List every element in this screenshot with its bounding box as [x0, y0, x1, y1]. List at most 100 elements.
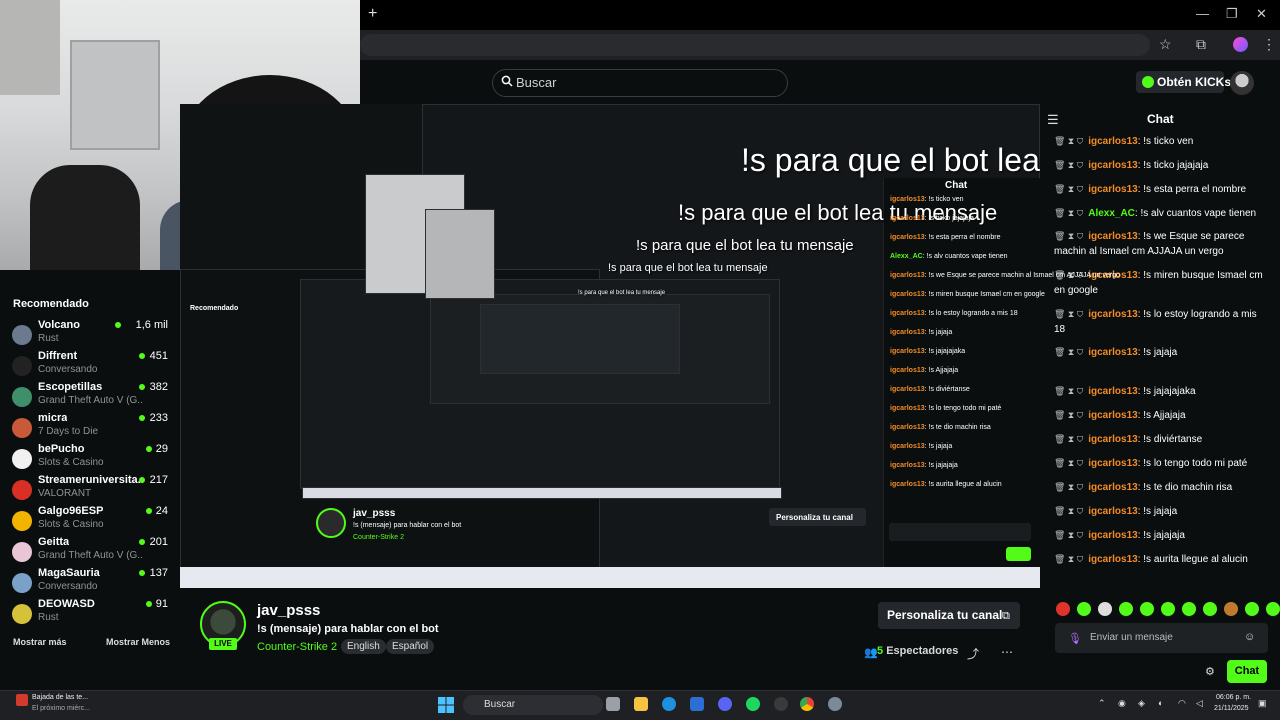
wifi-icon[interactable]: ◠ — [1178, 698, 1186, 709]
chat-username[interactable]: igcarlos13 — [1088, 386, 1137, 397]
stream-category-link[interactable]: Counter-Strike 2 — [257, 641, 337, 653]
chat-username[interactable]: Alexx_AC — [1088, 208, 1135, 219]
emoji-icon[interactable]: ☺ — [1244, 631, 1255, 643]
tray-app-icon[interactable]: ◈ — [1138, 698, 1145, 709]
chat-title: Chat — [1147, 112, 1174, 126]
tray-network-icon[interactable]: ◉ — [1118, 698, 1126, 709]
send-chat-button[interactable]: Chat — [1227, 660, 1267, 683]
browser-menu-icon[interactable]: ⋮ — [1262, 36, 1276, 53]
channel-name[interactable]: jav_psss — [257, 602, 320, 619]
emote-icon[interactable] — [1245, 602, 1259, 616]
moderation-icons[interactable]: 🗑 ⧗ ⛉ — [1054, 347, 1083, 357]
emote-icon[interactable] — [1077, 602, 1091, 616]
nested-chat-username: igcarlos13 — [890, 405, 925, 412]
recommended-channel-item[interactable]: Diffrent Conversando 451 — [0, 350, 180, 381]
emote-icon[interactable] — [1056, 602, 1070, 616]
chat-username[interactable]: igcarlos13 — [1088, 410, 1137, 421]
emote-icon[interactable] — [1119, 602, 1133, 616]
tray-chevron-icon[interactable]: ⌃ — [1098, 698, 1106, 709]
moderation-icons[interactable]: 🗑 ⧗ ⛉ — [1054, 482, 1083, 492]
emote-icon[interactable] — [1266, 602, 1280, 616]
recommended-channel-item[interactable]: DEOWASD Rust 91 — [0, 598, 180, 629]
moderation-icons[interactable]: 🗑 ⧗ ⛉ — [1054, 458, 1083, 468]
tag-espanol[interactable]: Español — [386, 639, 435, 654]
show-less-link[interactable]: Mostrar Menos — [106, 637, 170, 647]
share-icon[interactable]: ⤴ — [967, 645, 979, 662]
recommended-channel-item[interactable]: MagaSauria Conversando 137 — [0, 567, 180, 598]
moderation-icons[interactable]: 🗑 ⧗ ⛉ — [1054, 386, 1083, 396]
chat-username[interactable]: igcarlos13 — [1088, 506, 1137, 517]
clock-date[interactable]: 21/11/2025 — [1214, 705, 1249, 712]
store-icon[interactable] — [690, 697, 704, 711]
clock-time[interactable]: 06:06 p. m. — [1216, 694, 1251, 701]
browser-profile-icon[interactable] — [1233, 37, 1248, 52]
chat-username[interactable]: igcarlos13 — [1088, 458, 1137, 469]
emote-icon[interactable] — [1182, 602, 1196, 616]
tag-english[interactable]: English — [341, 639, 386, 654]
moderation-icons[interactable]: 🗑 ⧗ ⛉ — [1054, 309, 1083, 319]
recommended-channel-item[interactable]: bePucho Slots & Casino 29 — [0, 443, 180, 474]
chat-username[interactable]: igcarlos13 — [1088, 309, 1137, 320]
recommended-channel-item[interactable]: Volcano Rust 1,6 mil — [0, 319, 180, 350]
address-bar[interactable] — [360, 34, 1150, 56]
notification-title[interactable]: Bajada de las te... — [32, 694, 88, 701]
recommended-channel-item[interactable]: Geitta Grand Theft Auto V (G... 201 — [0, 536, 180, 567]
nested-chat-text: : !s lo tengo todo mi paté — [924, 405, 1002, 412]
microphone-icon[interactable]: 🎙 — [1068, 632, 1082, 645]
extensions-icon[interactable]: ⧉ — [1196, 36, 1206, 53]
moderation-icons[interactable]: 🗑 ⧗ ⛉ — [1054, 208, 1083, 218]
chat-settings-gear-icon[interactable]: ⚙ — [1205, 665, 1215, 678]
recommended-channel-item[interactable]: Escopetillas Grand Theft Auto V (G... 382 — [0, 381, 180, 412]
emote-icon[interactable] — [1098, 602, 1112, 616]
emote-icon[interactable] — [1140, 602, 1154, 616]
emote-icon[interactable] — [1224, 602, 1238, 616]
new-tab-button[interactable]: + — [368, 5, 377, 23]
moderation-icons[interactable]: 🗑 ⧗ ⛉ — [1054, 434, 1083, 444]
volume-icon[interactable]: ◁ — [1196, 698, 1203, 709]
chat-username[interactable]: igcarlos13 — [1088, 160, 1137, 171]
close-button[interactable]: ✕ — [1256, 6, 1267, 22]
recommended-channel-item[interactable]: Streameruniversita... VALORANT 217 — [0, 474, 180, 505]
show-more-link[interactable]: Mostrar más — [13, 637, 67, 647]
tray-app-icon[interactable]: ◐ — [1158, 698, 1163, 708]
chat-username[interactable]: igcarlos13 — [1088, 347, 1137, 358]
spotify-icon[interactable] — [746, 697, 760, 711]
user-avatar[interactable] — [1230, 71, 1254, 95]
chrome-icon[interactable] — [800, 697, 814, 711]
file-explorer-icon[interactable] — [634, 697, 648, 711]
weather-notification-icon[interactable] — [16, 694, 28, 706]
emote-icon[interactable] — [1203, 602, 1217, 616]
notifications-icon[interactable]: ▣ — [1258, 698, 1267, 709]
moderation-icons[interactable]: 🗑 ⧗ ⛉ — [1054, 184, 1083, 194]
recommended-channel-name: bePucho — [38, 443, 85, 455]
edge-icon[interactable] — [662, 697, 676, 711]
chat-username[interactable]: igcarlos13 — [1088, 184, 1137, 195]
collapse-chat-icon[interactable]: ☰ — [1047, 112, 1059, 128]
more-options-icon[interactable]: ⋯ — [1001, 645, 1013, 659]
moderation-icons[interactable]: 🗑 ⧗ ⛉ — [1054, 160, 1083, 170]
recommended-channel-item[interactable]: micra 7 Days to Die 233 — [0, 412, 180, 443]
nested-chat-text: : !s diviértanse — [924, 386, 970, 393]
moderation-icons[interactable]: 🗑 ⧗ ⛉ — [1054, 506, 1083, 516]
chat-username[interactable]: igcarlos13 — [1088, 530, 1137, 541]
moderation-icons[interactable]: 🗑 ⧗ ⛉ — [1054, 554, 1083, 564]
bookmark-star-icon[interactable]: ☆ — [1159, 36, 1172, 53]
chat-username[interactable]: igcarlos13 — [1088, 482, 1137, 493]
moderation-icons[interactable]: 🗑 ⧗ ⛉ — [1054, 231, 1083, 241]
chat-username[interactable]: igcarlos13 — [1088, 554, 1137, 565]
task-view-icon[interactable] — [606, 697, 620, 711]
settings-app-icon[interactable] — [828, 697, 842, 711]
windows-start-icon[interactable] — [438, 697, 454, 713]
minimize-button[interactable]: — — [1196, 6, 1209, 21]
moderation-icons[interactable]: 🗑 ⧗ ⛉ — [1054, 530, 1083, 540]
moderation-icons[interactable]: 🗑 ⧗ ⛉ — [1054, 136, 1083, 146]
chat-username[interactable]: igcarlos13 — [1088, 231, 1137, 242]
emote-icon[interactable] — [1161, 602, 1175, 616]
discord-icon[interactable] — [718, 697, 732, 711]
chat-username[interactable]: igcarlos13 — [1088, 136, 1137, 147]
obs-icon[interactable] — [774, 697, 788, 711]
recommended-channel-item[interactable]: Galgo96ESP Slots & Casino 24 — [0, 505, 180, 536]
moderation-icons[interactable]: 🗑 ⧗ ⛉ — [1054, 410, 1083, 420]
chat-username[interactable]: igcarlos13 — [1088, 434, 1137, 445]
restore-button[interactable]: ❐ — [1226, 6, 1238, 22]
